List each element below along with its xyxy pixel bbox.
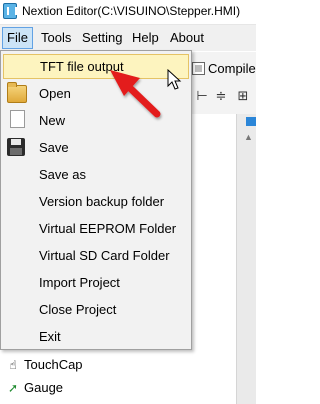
toolbox-item-gauge[interactable]: ➚ Gauge [6, 378, 63, 398]
compile-icon [192, 61, 205, 75]
scroll-up-icon[interactable]: ▲ [244, 132, 253, 142]
toolbox-item-label: TouchCap [24, 357, 83, 372]
menu-item-label: Virtual SD Card Folder [39, 248, 170, 263]
menu-item-label: Close Project [39, 302, 117, 317]
new-document-icon [10, 110, 25, 128]
menu-setting[interactable]: Setting [78, 27, 126, 49]
gauge-arrow-icon: ➚ [7, 381, 19, 395]
align-center-icon[interactable]: ≑ [214, 89, 228, 103]
menu-item-exit[interactable]: Exit [3, 324, 189, 349]
menu-tools[interactable]: Tools [37, 27, 75, 49]
nextion-editor-window: Nextion Editor(C:\VISUINO\Stepper.HMI) F… [0, 0, 256, 404]
file-menu-dropdown: TFT file output Open New Save Save as Ve… [0, 50, 192, 350]
menu-item-new[interactable]: New [3, 108, 189, 133]
menu-item-save[interactable]: Save [3, 135, 189, 160]
panel-header [246, 117, 256, 126]
toolbox-item-touchcap[interactable]: ☝ TouchCap [6, 355, 83, 375]
menu-item-version-backup-folder[interactable]: Version backup folder [3, 189, 189, 214]
compile-label: Compile [208, 60, 256, 76]
grid-icon[interactable]: ⊞ [236, 89, 250, 103]
menu-item-tft-file-output[interactable]: TFT file output [3, 54, 189, 79]
toolbox-item-label: Gauge [24, 380, 64, 395]
compile-button[interactable]: Compile [192, 57, 256, 79]
menu-item-label: Save [39, 140, 69, 155]
menu-about[interactable]: About [166, 27, 208, 49]
menu-bar: File Tools Setting Help About [0, 25, 256, 51]
menu-item-label: Version backup folder [39, 194, 165, 209]
menu-item-virtual-eeprom-folder[interactable]: Virtual EEPROM Folder [3, 216, 189, 241]
hand-pointer-icon: ☝ [9, 358, 17, 372]
menu-item-label: Open [39, 86, 71, 101]
menu-item-import-project[interactable]: Import Project [3, 270, 189, 295]
nextion-app-icon [3, 3, 17, 19]
menu-help[interactable]: Help [128, 27, 163, 49]
menu-item-virtual-sd-card-folder[interactable]: Virtual SD Card Folder [3, 243, 189, 268]
menu-item-label: New [39, 113, 66, 128]
menu-item-label: Exit [39, 329, 61, 344]
menu-item-save-as[interactable]: Save as [3, 162, 189, 187]
floppy-disk-icon [7, 138, 25, 156]
menu-item-label: Save as [39, 167, 86, 182]
menu-item-label: Import Project [39, 275, 120, 290]
menu-item-label: TFT file output [40, 59, 124, 74]
menu-item-open[interactable]: Open [3, 81, 189, 106]
menu-item-close-project[interactable]: Close Project [3, 297, 189, 322]
window-title: Nextion Editor(C:\VISUINO\Stepper.HMI) [22, 4, 241, 18]
align-left-icon[interactable]: ⊢ [195, 89, 209, 103]
right-panel [236, 114, 256, 404]
folder-icon [7, 82, 27, 103]
title-bar: Nextion Editor(C:\VISUINO\Stepper.HMI) [0, 0, 256, 25]
mouse-cursor-icon [167, 69, 182, 90]
menu-file[interactable]: File [2, 27, 33, 49]
menu-item-label: Virtual EEPROM Folder [39, 221, 177, 236]
